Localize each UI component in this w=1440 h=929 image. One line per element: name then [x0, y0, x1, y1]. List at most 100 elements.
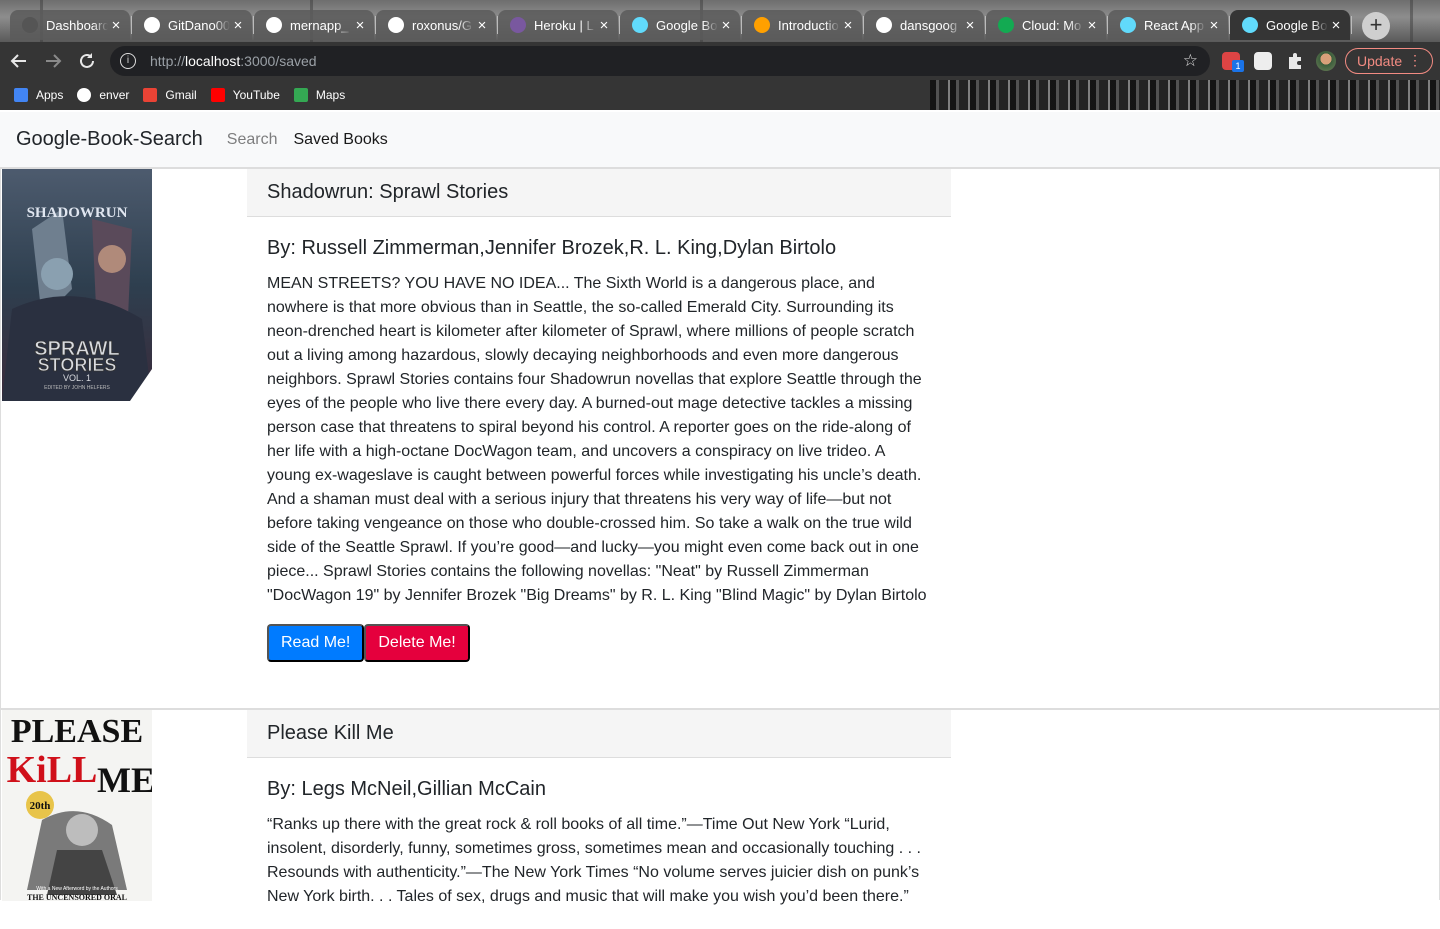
new-tab-button[interactable]: + — [1362, 12, 1390, 40]
close-tab-icon[interactable]: × — [1328, 17, 1344, 34]
tab-title: roxonus/G — [412, 17, 472, 33]
cover-volume-text: VOL. 1 — [63, 373, 91, 383]
github-icon — [388, 17, 404, 33]
browser-tab[interactable]: Cloud: Mo × — [986, 10, 1108, 40]
browser-tab-strip: Dashboard × GitDano00 × mernapp_ × roxonus/G × H… — [0, 0, 1440, 42]
delete-me-button[interactable]: Delete Me! — [364, 624, 470, 662]
bookmark-label: YouTube — [232, 88, 280, 102]
read-me-button[interactable]: Read Me! — [267, 624, 365, 662]
tab-separator — [1351, 16, 1352, 34]
youtube-icon — [210, 88, 225, 102]
browser-toolbar: i http://localhost:3000/saved ☆ 1 Update… — [0, 42, 1440, 80]
extension-cast-icon[interactable]: 1 — [1222, 52, 1244, 72]
tab-title: dansgoog — [900, 17, 958, 33]
tab-title: GitDano00 — [168, 17, 230, 33]
globe-icon — [77, 88, 92, 102]
browser-tab[interactable]: Google Bo × — [1230, 10, 1352, 40]
url-path: :3000/saved — [240, 53, 317, 69]
maps-pin-icon — [293, 88, 308, 102]
browser-tab[interactable]: React App × — [1108, 10, 1230, 40]
github-icon — [144, 17, 160, 33]
tab-title: Introductio — [778, 17, 839, 33]
address-bar[interactable]: i http://localhost:3000/saved ☆ — [110, 46, 1210, 76]
book-authors: By: Russell Zimmerman,Jennifer Brozek,R.… — [267, 237, 837, 259]
bookmark-label: Maps — [315, 88, 346, 102]
bookmark-label: Gmail — [165, 88, 197, 102]
update-label: Update — [1357, 53, 1403, 69]
reload-icon — [80, 53, 94, 68]
close-tab-icon[interactable]: × — [718, 17, 734, 34]
book-title: Please Kill Me — [247, 710, 951, 758]
back-button[interactable] — [4, 46, 34, 76]
gmail-icon — [143, 88, 158, 102]
tab-title: Cloud: Mo — [1022, 17, 1082, 33]
anniversary-badge: 20th — [30, 800, 51, 812]
browser-tab[interactable]: Dashboard × — [10, 10, 132, 40]
bookmark-enver[interactable]: enver — [77, 88, 129, 102]
url-scheme: http:// — [150, 53, 186, 69]
github-icon — [876, 17, 892, 33]
profile-avatar[interactable] — [1316, 51, 1336, 71]
browser-tab[interactable]: Google Bo × — [620, 10, 742, 40]
browser-tab[interactable]: GitDano00 × — [132, 10, 254, 40]
cover-series-text: SHADOWRUN — [27, 205, 128, 221]
bookmark-youtube[interactable]: YouTube — [210, 88, 280, 102]
close-tab-icon[interactable]: × — [108, 17, 124, 34]
book-title: Shadowrun: Sprawl Stories — [247, 169, 951, 217]
heroku-icon — [510, 17, 526, 33]
book-cover-image: SHADOWRUN SPRAWL STORIES VOL. 1 EDITED B… — [2, 169, 152, 401]
browser-tab[interactable]: Introductio × — [742, 10, 864, 40]
close-tab-icon[interactable]: × — [230, 17, 246, 34]
close-tab-icon[interactable]: × — [1084, 17, 1100, 34]
book-row: SHADOWRUN SPRAWL STORIES VOL. 1 EDITED B… — [0, 168, 1440, 709]
bookmarks-bar: Apps enver Gmail YouTube Maps — [0, 80, 1440, 110]
browser-tab[interactable]: Heroku | L × — [498, 10, 620, 40]
bookmark-gmail[interactable]: Gmail — [143, 88, 197, 102]
extensions-puzzle-icon[interactable] — [1286, 52, 1304, 70]
firebase-icon — [754, 17, 770, 33]
extension-screenshot-icon[interactable] — [1254, 52, 1272, 70]
site-info-icon[interactable]: i — [120, 53, 136, 69]
update-button[interactable]: Update ⋮ — [1345, 48, 1433, 74]
close-tab-icon[interactable]: × — [474, 17, 490, 34]
react-icon — [632, 17, 648, 33]
book-card: Please Kill Me By: Legs McNeil,Gillian M… — [247, 710, 951, 929]
cover-title-line-1: PLEASE — [11, 713, 143, 750]
nav-link-saved-books[interactable]: Saved Books — [293, 131, 387, 149]
tab-title: Heroku | L — [534, 17, 594, 33]
tab-title: React App — [1144, 17, 1204, 33]
cover-afterword-text: With a New Afterword by the Authors — [36, 886, 118, 892]
tab-title: Google Bo — [656, 17, 718, 33]
bookmark-apps[interactable]: Apps — [14, 88, 63, 102]
bookmark-maps[interactable]: Maps — [293, 88, 346, 102]
forward-button[interactable] — [38, 46, 68, 76]
app-navbar: Google-Book-Search Search Saved Books — [0, 112, 1440, 168]
close-tab-icon[interactable]: × — [962, 17, 978, 34]
cover-title-line-2: KiLL — [7, 749, 98, 791]
app-brand[interactable]: Google-Book-Search — [16, 128, 203, 151]
url-host: localhost — [185, 53, 241, 69]
close-tab-icon[interactable]: × — [840, 17, 856, 34]
menu-dots-icon[interactable]: ⋮ — [1408, 52, 1422, 68]
book-description: MEAN STREETS? YOU HAVE NO IDEA... The Si… — [267, 275, 927, 604]
background-decoration — [1410, 0, 1413, 42]
close-tab-icon[interactable]: × — [1206, 17, 1222, 34]
extension-badge: 1 — [1232, 60, 1244, 72]
browser-tab[interactable]: mernapp_ × — [254, 10, 376, 40]
close-tab-icon[interactable]: × — [352, 17, 368, 34]
close-tab-icon[interactable]: × — [596, 17, 612, 34]
background-decoration — [930, 80, 1440, 110]
nav-link-search[interactable]: Search — [227, 131, 278, 149]
book-authors: By: Legs McNeil,Gillian McCain — [267, 778, 546, 800]
book-row: PLEASE KiLL ME 20th With a New Afterword… — [0, 709, 1440, 905]
browser-tab[interactable]: dansgoog × — [864, 10, 986, 40]
tab-title: Dashboard — [46, 17, 108, 33]
bookmark-star-icon[interactable]: ☆ — [1183, 51, 1198, 71]
reload-button[interactable] — [72, 46, 102, 76]
back-arrow-icon — [10, 54, 26, 68]
grey-circle-icon — [22, 17, 38, 33]
browser-tab[interactable]: roxonus/G × — [376, 10, 498, 40]
apps-grid-icon — [14, 88, 28, 102]
bookmark-label: enver — [99, 88, 130, 102]
cover-editor-text: EDITED BY JOHN HELFERS — [44, 385, 110, 391]
